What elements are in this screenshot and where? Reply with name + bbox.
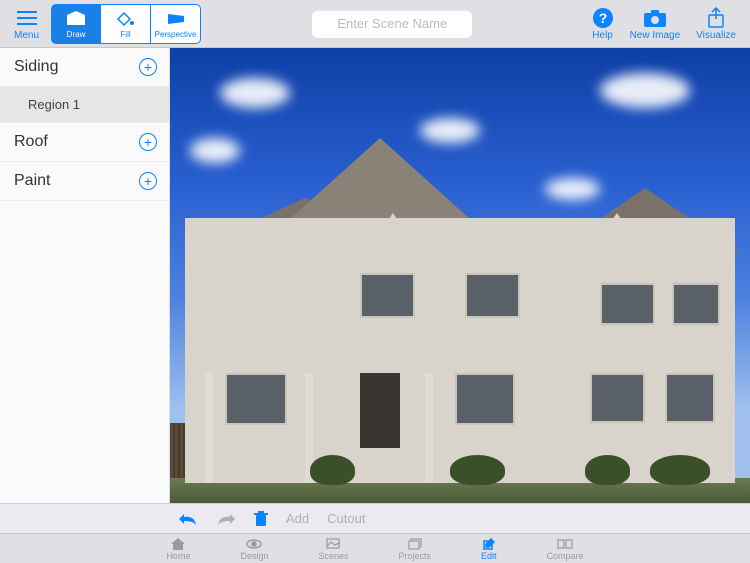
home-icon — [171, 537, 185, 551]
tab-edit[interactable]: Edit — [481, 537, 497, 561]
tab-scenes[interactable]: Scenes — [318, 537, 348, 561]
region-label: Region 1 — [28, 97, 80, 112]
delete-button[interactable] — [254, 511, 268, 527]
undo-icon — [178, 511, 198, 527]
fill-tool-button[interactable]: Fill — [101, 4, 151, 44]
canvas-viewport[interactable] — [170, 48, 750, 503]
category-siding[interactable]: Siding + — [0, 48, 169, 87]
porch-column — [425, 373, 433, 483]
tab-label: Scenes — [318, 551, 348, 561]
edit-icon — [483, 537, 495, 551]
shrub — [585, 455, 630, 485]
fill-label: Fill — [120, 30, 130, 39]
undo-button[interactable] — [178, 511, 198, 527]
category-label: Paint — [14, 172, 50, 190]
eye-icon — [246, 537, 262, 551]
perspective-tool-button[interactable]: Perspective — [151, 4, 201, 44]
menu-icon — [17, 6, 37, 30]
menu-button[interactable]: Menu — [6, 4, 47, 43]
trash-icon — [254, 511, 268, 527]
tab-label: Edit — [481, 551, 497, 561]
image-icon — [326, 537, 340, 551]
menu-label: Menu — [14, 30, 39, 41]
main-area: Siding + Region 1 Roof + Paint + — [0, 48, 750, 503]
draw-icon — [65, 9, 87, 29]
cutout-label: Cutout — [327, 511, 365, 526]
visualize-label: Visualize — [696, 30, 736, 41]
gable-left — [355, 213, 431, 268]
cutout-button[interactable]: Cutout — [327, 511, 365, 526]
bottom-tab-bar: Home Design Scenes Projects Edit Compare — [0, 533, 750, 563]
window — [665, 373, 715, 423]
draw-label: Draw — [67, 30, 86, 39]
porch-column — [205, 373, 213, 483]
tool-segment: Draw Fill Perspective — [51, 4, 201, 44]
window — [590, 373, 645, 423]
help-button[interactable]: ? Help — [584, 4, 622, 43]
sidebar: Siding + Region 1 Roof + Paint + — [0, 48, 170, 503]
cloud — [600, 73, 690, 108]
visualize-button[interactable]: Visualize — [688, 4, 744, 43]
region-item[interactable]: Region 1 — [0, 87, 169, 123]
gable-right — [579, 213, 655, 268]
compare-icon — [557, 537, 573, 551]
add-button[interactable]: Add — [286, 511, 309, 526]
window — [672, 283, 720, 325]
help-icon: ? — [592, 6, 614, 30]
add-label: Add — [286, 511, 309, 526]
top-toolbar: Menu Draw Fill Perspective ? Help — [0, 0, 750, 48]
category-paint[interactable]: Paint + — [0, 162, 169, 201]
tab-label: Projects — [399, 551, 432, 561]
category-label: Siding — [14, 58, 58, 76]
category-label: Roof — [14, 133, 48, 151]
stack-icon — [408, 537, 422, 551]
tab-label: Compare — [547, 551, 584, 561]
tab-label: Design — [240, 551, 268, 561]
svg-text:?: ? — [598, 10, 607, 26]
tab-design[interactable]: Design — [240, 537, 268, 561]
window — [465, 273, 520, 318]
draw-tool-button[interactable]: Draw — [51, 4, 101, 44]
tab-compare[interactable]: Compare — [547, 537, 584, 561]
new-image-label: New Image — [630, 30, 681, 41]
new-image-button[interactable]: New Image — [622, 4, 689, 43]
cloud — [190, 138, 240, 163]
redo-button[interactable] — [216, 511, 236, 527]
window — [455, 373, 515, 425]
redo-icon — [216, 511, 236, 527]
category-roof[interactable]: Roof + — [0, 123, 169, 162]
cloud — [220, 78, 290, 108]
fill-icon — [116, 9, 136, 29]
window — [360, 273, 415, 318]
front-door — [360, 373, 400, 448]
camera-icon — [643, 6, 667, 30]
scene-name-input[interactable] — [312, 10, 472, 38]
add-region-icon[interactable]: + — [139, 133, 157, 151]
help-label: Help — [592, 30, 613, 41]
perspective-icon — [166, 9, 186, 29]
edit-toolbar: Add Cutout — [0, 503, 750, 533]
window — [225, 373, 287, 425]
perspective-label: Perspective — [155, 30, 197, 39]
tab-label: Home — [166, 551, 190, 561]
share-icon — [707, 6, 725, 30]
shrub — [310, 455, 355, 485]
shrub — [450, 455, 505, 485]
shrub — [650, 455, 710, 485]
add-region-icon[interactable]: + — [139, 172, 157, 190]
tab-projects[interactable]: Projects — [399, 537, 432, 561]
window — [600, 283, 655, 325]
add-region-icon[interactable]: + — [139, 58, 157, 76]
tab-home[interactable]: Home — [166, 537, 190, 561]
